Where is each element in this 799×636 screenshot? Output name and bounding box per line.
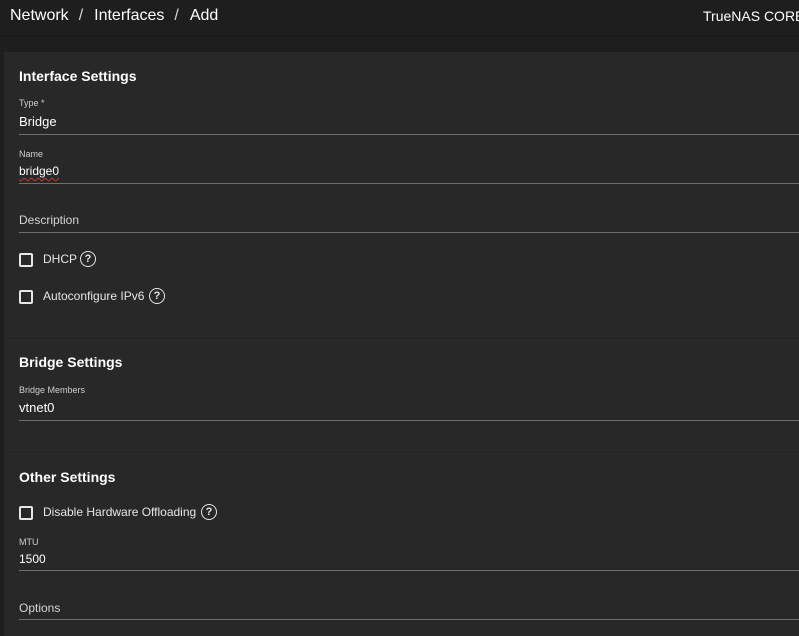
breadcrumb-separator: /	[78, 7, 84, 24]
description-input[interactable]: Description	[19, 213, 79, 227]
options-underline	[19, 619, 799, 620]
disable-hardware-offloading-checkbox-row[interactable]: Disable Hardware Offloading ?	[19, 504, 239, 523]
dhcp-checkbox[interactable]	[19, 253, 33, 267]
section-title-other-settings: Other Settings	[19, 469, 116, 485]
help-icon[interactable]: ?	[149, 288, 165, 304]
mtu-label: MTU	[19, 537, 39, 547]
autoconfigure-ipv6-label[interactable]: Autoconfigure IPv6	[43, 289, 144, 303]
section-title-interface-settings: Interface Settings	[19, 68, 137, 84]
options-input[interactable]: Options	[19, 601, 60, 615]
breadcrumb-network[interactable]: Network	[10, 7, 69, 24]
name-label: Name	[19, 149, 44, 159]
name-underline	[19, 183, 799, 184]
breadcrumb-add: Add	[189, 7, 219, 24]
name-input[interactable]: bridge0	[19, 164, 59, 178]
breadcrumb: Network / Interfaces / Add	[10, 7, 218, 25]
bridge-members-select[interactable]: vtnet0	[19, 400, 54, 415]
section-divider	[4, 452, 799, 453]
mtu-underline	[19, 570, 799, 571]
dhcp-checkbox-row[interactable]: DHCP ?	[19, 251, 219, 270]
type-label: Type *	[19, 98, 45, 108]
section-divider	[4, 338, 799, 339]
breadcrumb-separator: /	[174, 7, 179, 24]
bridge-members-label: Bridge Members	[19, 385, 86, 395]
help-icon[interactable]: ?	[80, 251, 96, 267]
description-underline	[19, 232, 799, 233]
brand-label: TrueNAS CORE®	[703, 8, 799, 24]
autoconfigure-ipv6-checkbox-row[interactable]: Autoconfigure IPv6 ?	[19, 288, 219, 307]
breadcrumb-interfaces[interactable]: Interfaces	[94, 7, 164, 24]
autoconfigure-ipv6-checkbox[interactable]	[19, 290, 33, 304]
type-underline	[19, 134, 799, 135]
disable-hardware-offloading-checkbox[interactable]	[19, 506, 33, 520]
bridge-members-underline	[19, 420, 799, 421]
section-title-bridge-settings: Bridge Settings	[19, 354, 123, 370]
help-icon[interactable]: ?	[201, 504, 217, 520]
mtu-input[interactable]: 1500	[19, 552, 46, 566]
dhcp-label[interactable]: DHCP	[43, 252, 77, 266]
top-bar: Network / Interfaces / Add TrueNAS CORE®	[0, 0, 799, 37]
interface-form-card: Interface Settings Type * Bridge Name br…	[4, 52, 799, 636]
type-select[interactable]: Bridge	[19, 114, 57, 129]
disable-hardware-offloading-label[interactable]: Disable Hardware Offloading	[43, 505, 196, 519]
